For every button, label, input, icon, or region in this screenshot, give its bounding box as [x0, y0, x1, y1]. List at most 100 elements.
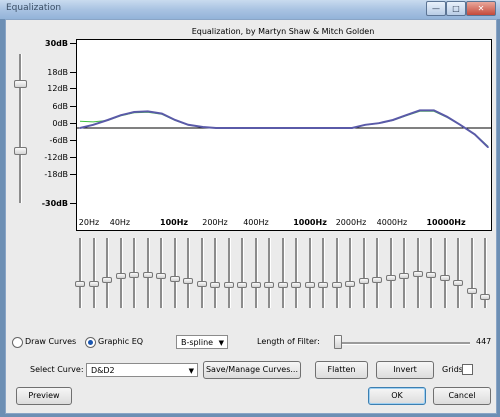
eq-band-slider-thumb[interactable]	[264, 282, 274, 289]
chevron-down-icon: ▼	[218, 339, 224, 347]
y-tick-label: 0dB	[52, 119, 68, 128]
eq-curve-point	[202, 126, 204, 128]
eq-band-slider-thumb[interactable]	[439, 274, 450, 281]
eq-curve-point	[79, 127, 81, 129]
eq-band-slider-thumb[interactable]	[88, 281, 99, 287]
graphic-eq-label: Graphic EQ	[98, 337, 144, 346]
interpolation-value: B-spline	[181, 338, 214, 347]
eq-curve-point	[419, 109, 421, 112]
eq-band-slider-thumb[interactable]	[304, 282, 315, 289]
eq-curve-point	[215, 127, 217, 129]
eq-band-slider-thumb[interactable]	[345, 281, 355, 287]
eq-band-slider-thumb[interactable]	[466, 287, 477, 294]
eq-band-slider-thumb[interactable]	[291, 282, 301, 289]
eq-band-slider-thumb[interactable]	[358, 278, 369, 285]
eq-band-slider-thumb[interactable]	[399, 273, 409, 280]
length-of-filter-label: Length of Filter:	[257, 337, 320, 346]
eq-band-slider-thumb[interactable]	[331, 282, 342, 289]
eq-band-slider-track	[173, 238, 177, 308]
eq-band-slider-thumb[interactable]	[237, 282, 247, 289]
preview-button[interactable]: Preview	[16, 387, 72, 405]
eq-band-slider-track	[79, 238, 82, 308]
grids-checkbox[interactable]	[462, 364, 473, 375]
eq-band-slider-track	[92, 238, 96, 308]
eq-band-slider-thumb[interactable]	[412, 270, 423, 277]
gain-slider-min-track	[19, 123, 22, 203]
eq-band-slider-track	[335, 238, 339, 308]
x-tick-label: 4000Hz	[376, 218, 408, 227]
eq-band-slider-track	[389, 238, 393, 308]
eq-curve-point	[283, 127, 285, 129]
maximize-icon[interactable]: □	[446, 1, 466, 16]
eq-curve-point	[378, 122, 380, 124]
eq-graph[interactable]	[76, 39, 492, 231]
eq-band-slider-thumb[interactable]	[196, 281, 207, 287]
interpolation-select[interactable]: B-spline ▼	[176, 335, 228, 349]
eq-band-slider-thumb[interactable]	[277, 282, 288, 289]
length-value: 447	[476, 337, 492, 346]
eq-curve-line[interactable]	[79, 109, 489, 148]
eq-band-slider-thumb[interactable]	[210, 282, 220, 289]
x-tick-label: 200Hz	[202, 218, 228, 227]
eq-band-slider-thumb[interactable]	[115, 273, 126, 280]
eq-band-slider-thumb[interactable]	[318, 282, 328, 289]
y-tick-label: -6dB	[49, 136, 68, 145]
eq-band-slider-track	[227, 238, 231, 308]
eq-band-slider-thumb[interactable]	[129, 271, 139, 278]
eq-band-slider-thumb[interactable]	[480, 294, 490, 300]
eq-curve-point	[174, 119, 176, 121]
eq-band-slider-thumb[interactable]	[223, 282, 234, 289]
eq-curve-point	[92, 124, 94, 126]
eq-curve-point	[147, 110, 149, 113]
ok-button[interactable]: OK	[368, 387, 426, 405]
y-tick-label: 18dB	[47, 68, 68, 77]
eq-band-slider-thumb[interactable]	[75, 281, 85, 287]
eq-curve-point	[474, 133, 476, 136]
eq-band-slider-thumb[interactable]	[156, 273, 166, 280]
eq-band-slider-track	[470, 238, 474, 308]
eq-band-slider-thumb[interactable]	[453, 279, 463, 286]
eq-band-slider-track	[322, 238, 325, 308]
select-curve-label: Select Curve:	[30, 365, 84, 374]
eq-curve-point	[242, 127, 244, 129]
curve-select[interactable]: D&D2 ▼	[86, 363, 198, 377]
eq-band-slider-thumb[interactable]	[372, 277, 382, 284]
cancel-button[interactable]: Cancel	[433, 387, 491, 405]
eq-band-slider-track	[106, 238, 109, 308]
eq-band-slider-thumb[interactable]	[142, 271, 153, 278]
eq-band-slider-track	[281, 238, 285, 308]
eq-curve-point	[133, 111, 135, 113]
graphic-eq-radio[interactable]	[85, 337, 96, 348]
eq-band-slider-track	[308, 238, 312, 308]
y-tick-label: -12dB	[44, 153, 68, 162]
close-icon[interactable]: ✕	[466, 1, 496, 16]
eq-band-slider-thumb[interactable]	[102, 277, 112, 284]
x-tick-label: 400Hz	[243, 218, 269, 227]
eq-curve-point	[392, 119, 394, 121]
eq-curve-point	[338, 127, 340, 129]
eq-band-slider-track	[443, 238, 447, 308]
invert-button[interactable]: Invert	[376, 361, 434, 379]
eq-curve-point	[161, 112, 163, 115]
minimize-icon[interactable]: —	[426, 1, 446, 16]
dialog-body: Equalization, by Martyn Shaw & Mitch Gol…	[5, 19, 497, 414]
window-title: Equalization	[6, 3, 62, 13]
eq-band-slider-thumb[interactable]	[183, 278, 193, 285]
eq-band-slider-thumb[interactable]	[426, 271, 436, 278]
eq-band-slider-thumb[interactable]	[385, 274, 396, 281]
draw-curves-radio[interactable]	[12, 337, 23, 348]
save-manage-curves-button[interactable]: Save/Manage Curves...	[203, 361, 301, 379]
eq-band-slider-track	[362, 238, 366, 308]
x-tick-label: 2000Hz	[335, 218, 367, 227]
eq-band-slider-thumb[interactable]	[250, 282, 261, 289]
y-tick-label: 12dB	[47, 84, 68, 93]
flatten-button[interactable]: Flatten	[315, 361, 368, 379]
eq-band-slider-track	[241, 238, 244, 308]
eq-curve-point	[256, 127, 258, 129]
eq-curve-point	[297, 127, 299, 129]
draw-curves-label: Draw Curves	[25, 337, 77, 346]
x-tick-label: 100Hz	[160, 218, 189, 227]
eq-band-slider-thumb[interactable]	[169, 275, 180, 282]
chevron-down-icon: ▼	[188, 367, 194, 375]
length-slider-thumb[interactable]	[334, 335, 342, 349]
